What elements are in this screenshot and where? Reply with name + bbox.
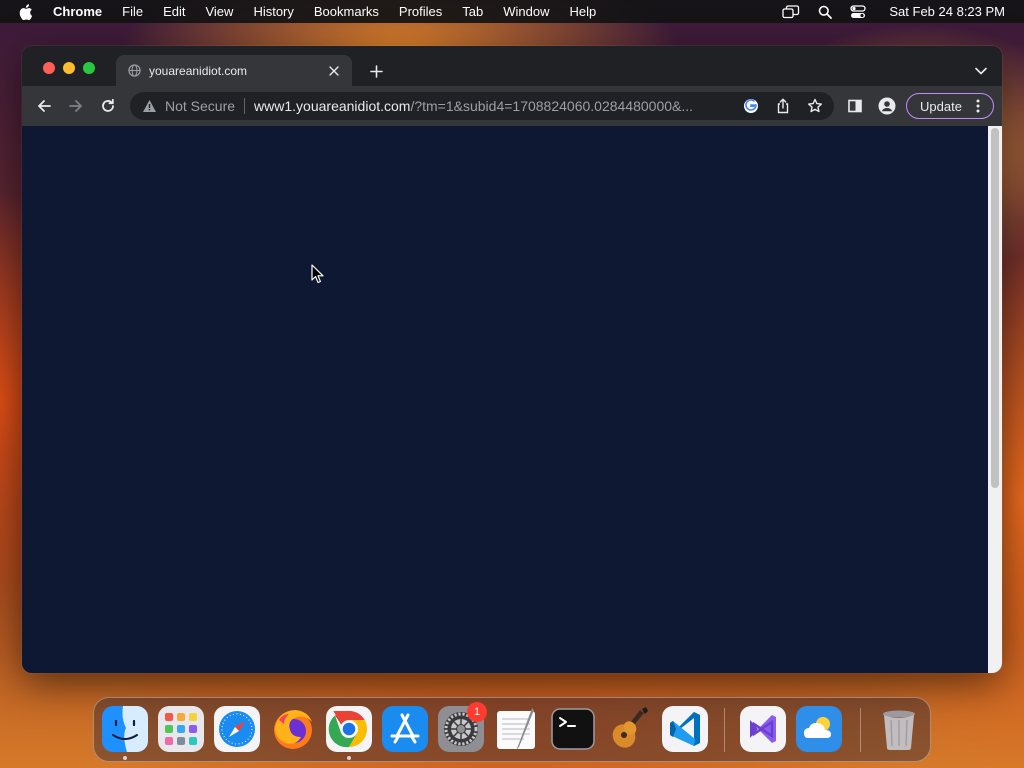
profile-avatar-icon[interactable]	[878, 97, 896, 115]
reload-icon[interactable]	[99, 97, 117, 115]
scrollbar-thumb[interactable]	[991, 128, 999, 488]
safari-compass-icon	[214, 706, 260, 752]
spotlight-search-icon[interactable]	[818, 5, 833, 19]
dock-textedit[interactable]	[494, 706, 540, 752]
dock-chrome[interactable]	[326, 706, 372, 752]
window-close-button[interactable]	[43, 62, 55, 74]
share-icon[interactable]	[774, 97, 792, 115]
menu-window[interactable]: Window	[503, 4, 549, 19]
menu-view[interactable]: View	[205, 4, 233, 19]
url-host: www1.youareanidiot.com	[254, 98, 411, 114]
window-minimize-button[interactable]	[63, 62, 75, 74]
security-status-label[interactable]: Not Secure	[165, 98, 235, 114]
tab-close-icon[interactable]	[326, 63, 342, 79]
textedit-icon	[497, 708, 535, 750]
dock-terminal[interactable]	[550, 706, 596, 752]
chrome-icon	[326, 706, 372, 752]
menu-edit[interactable]: Edit	[163, 4, 185, 19]
address-bar-divider	[244, 98, 246, 114]
screen-mirroring-icon[interactable]	[782, 4, 800, 19]
chrome-window: youareanidiot.com Not Secure www1.youare…	[22, 46, 1002, 673]
url-path: /?tm=1&subid4=1708824060.0284480000&...	[410, 98, 694, 114]
url-text[interactable]: www1.youareanidiot.com/?tm=1&subid4=1708…	[254, 98, 726, 114]
chevron-down-icon[interactable]	[974, 64, 988, 78]
tab-title: youareanidiot.com	[149, 63, 248, 78]
dock-firefox[interactable]	[270, 706, 316, 752]
update-button-label: Update	[920, 98, 962, 114]
trash-icon	[883, 710, 915, 750]
dock-vscode[interactable]	[662, 706, 708, 752]
dock-divider	[724, 708, 725, 752]
dock-app-store[interactable]	[382, 706, 428, 752]
finder-icon	[102, 706, 148, 752]
tab-youareanidiot[interactable]: youareanidiot.com	[116, 55, 352, 86]
vertical-scrollbar[interactable]	[988, 126, 1002, 673]
menu-chrome[interactable]: Chrome	[53, 4, 102, 19]
control-center-icon[interactable]	[850, 4, 867, 19]
side-panel-icon[interactable]	[846, 97, 864, 115]
dock-safari[interactable]	[214, 706, 260, 752]
warning-triangle-icon[interactable]	[141, 98, 157, 114]
page-content[interactable]	[22, 126, 988, 673]
update-button[interactable]: Update	[906, 93, 994, 119]
dock-finder[interactable]	[102, 706, 148, 752]
dock-trash[interactable]	[876, 706, 922, 752]
bookmark-star-icon[interactable]	[806, 97, 824, 115]
menu-tab[interactable]: Tab	[462, 4, 483, 19]
vscode-icon	[662, 706, 708, 752]
forward-arrow-icon[interactable]	[67, 97, 85, 115]
dock-garageband[interactable]	[606, 706, 652, 752]
window-fullscreen-button[interactable]	[83, 62, 95, 74]
more-menu-icon[interactable]	[971, 99, 985, 113]
browser-toolbar: Not Secure www1.youareanidiot.com/?tm=1&…	[22, 86, 1002, 126]
firefox-icon	[274, 710, 312, 749]
dock	[93, 697, 931, 762]
dock-launchpad[interactable]	[158, 706, 204, 752]
system-settings-notification-badge: 1	[467, 702, 487, 722]
running-indicator-finder	[123, 756, 127, 760]
guitar-icon	[612, 707, 648, 748]
menu-bar: Chrome File Edit View History Bookmarks …	[0, 0, 1024, 23]
menu-file[interactable]: File	[122, 4, 143, 19]
app-store-icon	[382, 706, 428, 752]
back-arrow-icon[interactable]	[35, 97, 53, 115]
menu-profiles[interactable]: Profiles	[399, 4, 442, 19]
menu-history[interactable]: History	[253, 4, 293, 19]
apple-logo-icon[interactable]	[18, 3, 34, 20]
menu-bar-clock[interactable]: Sat Feb 24 8:23 PM	[889, 4, 1005, 19]
dock-divider-trash	[860, 708, 861, 752]
launchpad-icon	[158, 706, 204, 752]
globe-icon	[127, 64, 141, 78]
terminal-icon	[551, 708, 595, 750]
menu-help[interactable]: Help	[570, 4, 597, 19]
visual-studio-icon	[740, 706, 786, 752]
weather-cloud-icon	[796, 706, 842, 752]
tab-strip: youareanidiot.com	[22, 46, 1002, 86]
dock-visual-studio[interactable]	[740, 706, 786, 752]
mouse-pointer-icon	[311, 264, 324, 284]
address-bar[interactable]: Not Secure www1.youareanidiot.com/?tm=1&…	[130, 92, 834, 120]
google-lens-icon[interactable]	[742, 97, 760, 115]
new-tab-icon[interactable]	[368, 63, 384, 79]
menu-bookmarks[interactable]: Bookmarks	[314, 4, 379, 19]
running-indicator-chrome	[347, 756, 351, 760]
dock-weather[interactable]	[796, 706, 842, 752]
